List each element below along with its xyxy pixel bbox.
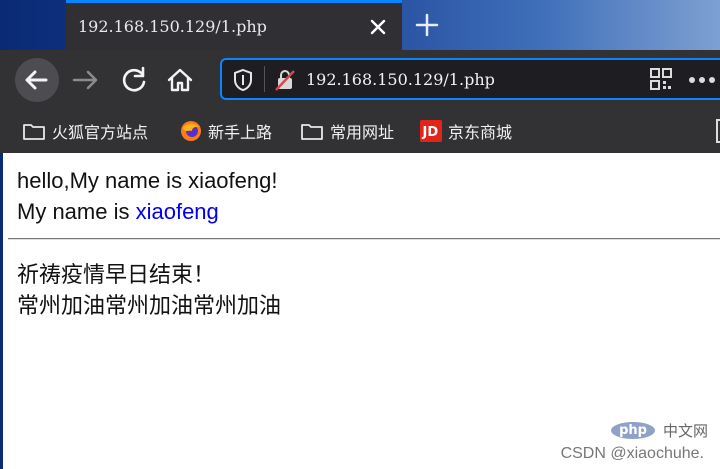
bookmarks-toolbar: 火狐官方站点 新手上路 常用网址 JD 京东商城 xyxy=(0,109,720,154)
url-text: 192.168.150.129/1.php xyxy=(306,70,495,89)
reload-icon xyxy=(122,66,146,92)
horizontal-rule xyxy=(8,238,720,240)
insecure-lock-icon[interactable] xyxy=(274,68,296,92)
php-cn-text: 中文网 xyxy=(662,423,708,440)
watermark: php 中文网 xyxy=(611,420,708,441)
php-logo: php xyxy=(611,422,655,439)
firefox-icon xyxy=(181,121,201,141)
folder-icon xyxy=(23,124,45,140)
forward-arrow-icon xyxy=(72,70,98,90)
bookmarks-overflow-icon[interactable] xyxy=(716,119,720,143)
navigation-toolbar: 192.168.150.129/1.php xyxy=(0,50,720,109)
folder-icon xyxy=(301,124,323,140)
name-prefix: My name is xyxy=(17,199,136,224)
browser-tab[interactable]: 192.168.150.129/1.php xyxy=(66,0,402,50)
bookmark-getting-started[interactable]: 新手上路 xyxy=(180,121,273,142)
cheer-text: 常州加油常州加油常州加油 xyxy=(17,293,282,318)
close-tab-icon[interactable] xyxy=(366,15,390,39)
back-button[interactable] xyxy=(15,58,59,102)
bookmark-firefox-official[interactable]: 火狐官方站点 xyxy=(22,121,149,142)
name-link[interactable]: xiaofeng xyxy=(136,199,219,224)
reload-button[interactable] xyxy=(116,62,152,98)
back-arrow-icon xyxy=(25,70,48,90)
bookmark-label: 新手上路 xyxy=(208,123,273,142)
home-button[interactable] xyxy=(162,62,198,98)
page-content: hello,My name is xiaofeng! My name is xi… xyxy=(0,153,720,469)
title-bar: 192.168.150.129/1.php xyxy=(0,0,720,50)
new-tab-icon[interactable] xyxy=(414,12,440,38)
greeting-text: hello,My name is xiaofeng! xyxy=(17,168,278,193)
bookmark-label: 火狐官方站点 xyxy=(52,123,149,142)
url-divider xyxy=(264,66,265,92)
prayer-text: 祈祷疫情早日结束！ xyxy=(17,262,216,287)
page-actions-menu-icon[interactable] xyxy=(688,76,718,84)
name-line: My name is xiaofeng xyxy=(17,199,219,225)
bookmark-label: 常用网址 xyxy=(330,123,395,142)
bookmark-common-sites[interactable]: 常用网址 xyxy=(300,121,395,142)
svg-text:JD: JD xyxy=(422,125,439,140)
tracking-protection-shield-icon[interactable] xyxy=(232,68,254,92)
bookmark-label: 京东商城 xyxy=(448,123,513,142)
url-bar[interactable]: 192.168.150.129/1.php xyxy=(220,58,720,100)
home-icon xyxy=(167,68,193,92)
csdn-watermark: CSDN @xiaochuhe. xyxy=(560,445,704,462)
forward-button[interactable] xyxy=(68,62,104,98)
bookmark-jd-mall[interactable]: JD 京东商城 xyxy=(420,120,513,142)
qr-code-icon[interactable] xyxy=(650,68,672,90)
jd-icon: JD xyxy=(420,120,442,142)
tab-title: 192.168.150.129/1.php xyxy=(78,17,267,36)
